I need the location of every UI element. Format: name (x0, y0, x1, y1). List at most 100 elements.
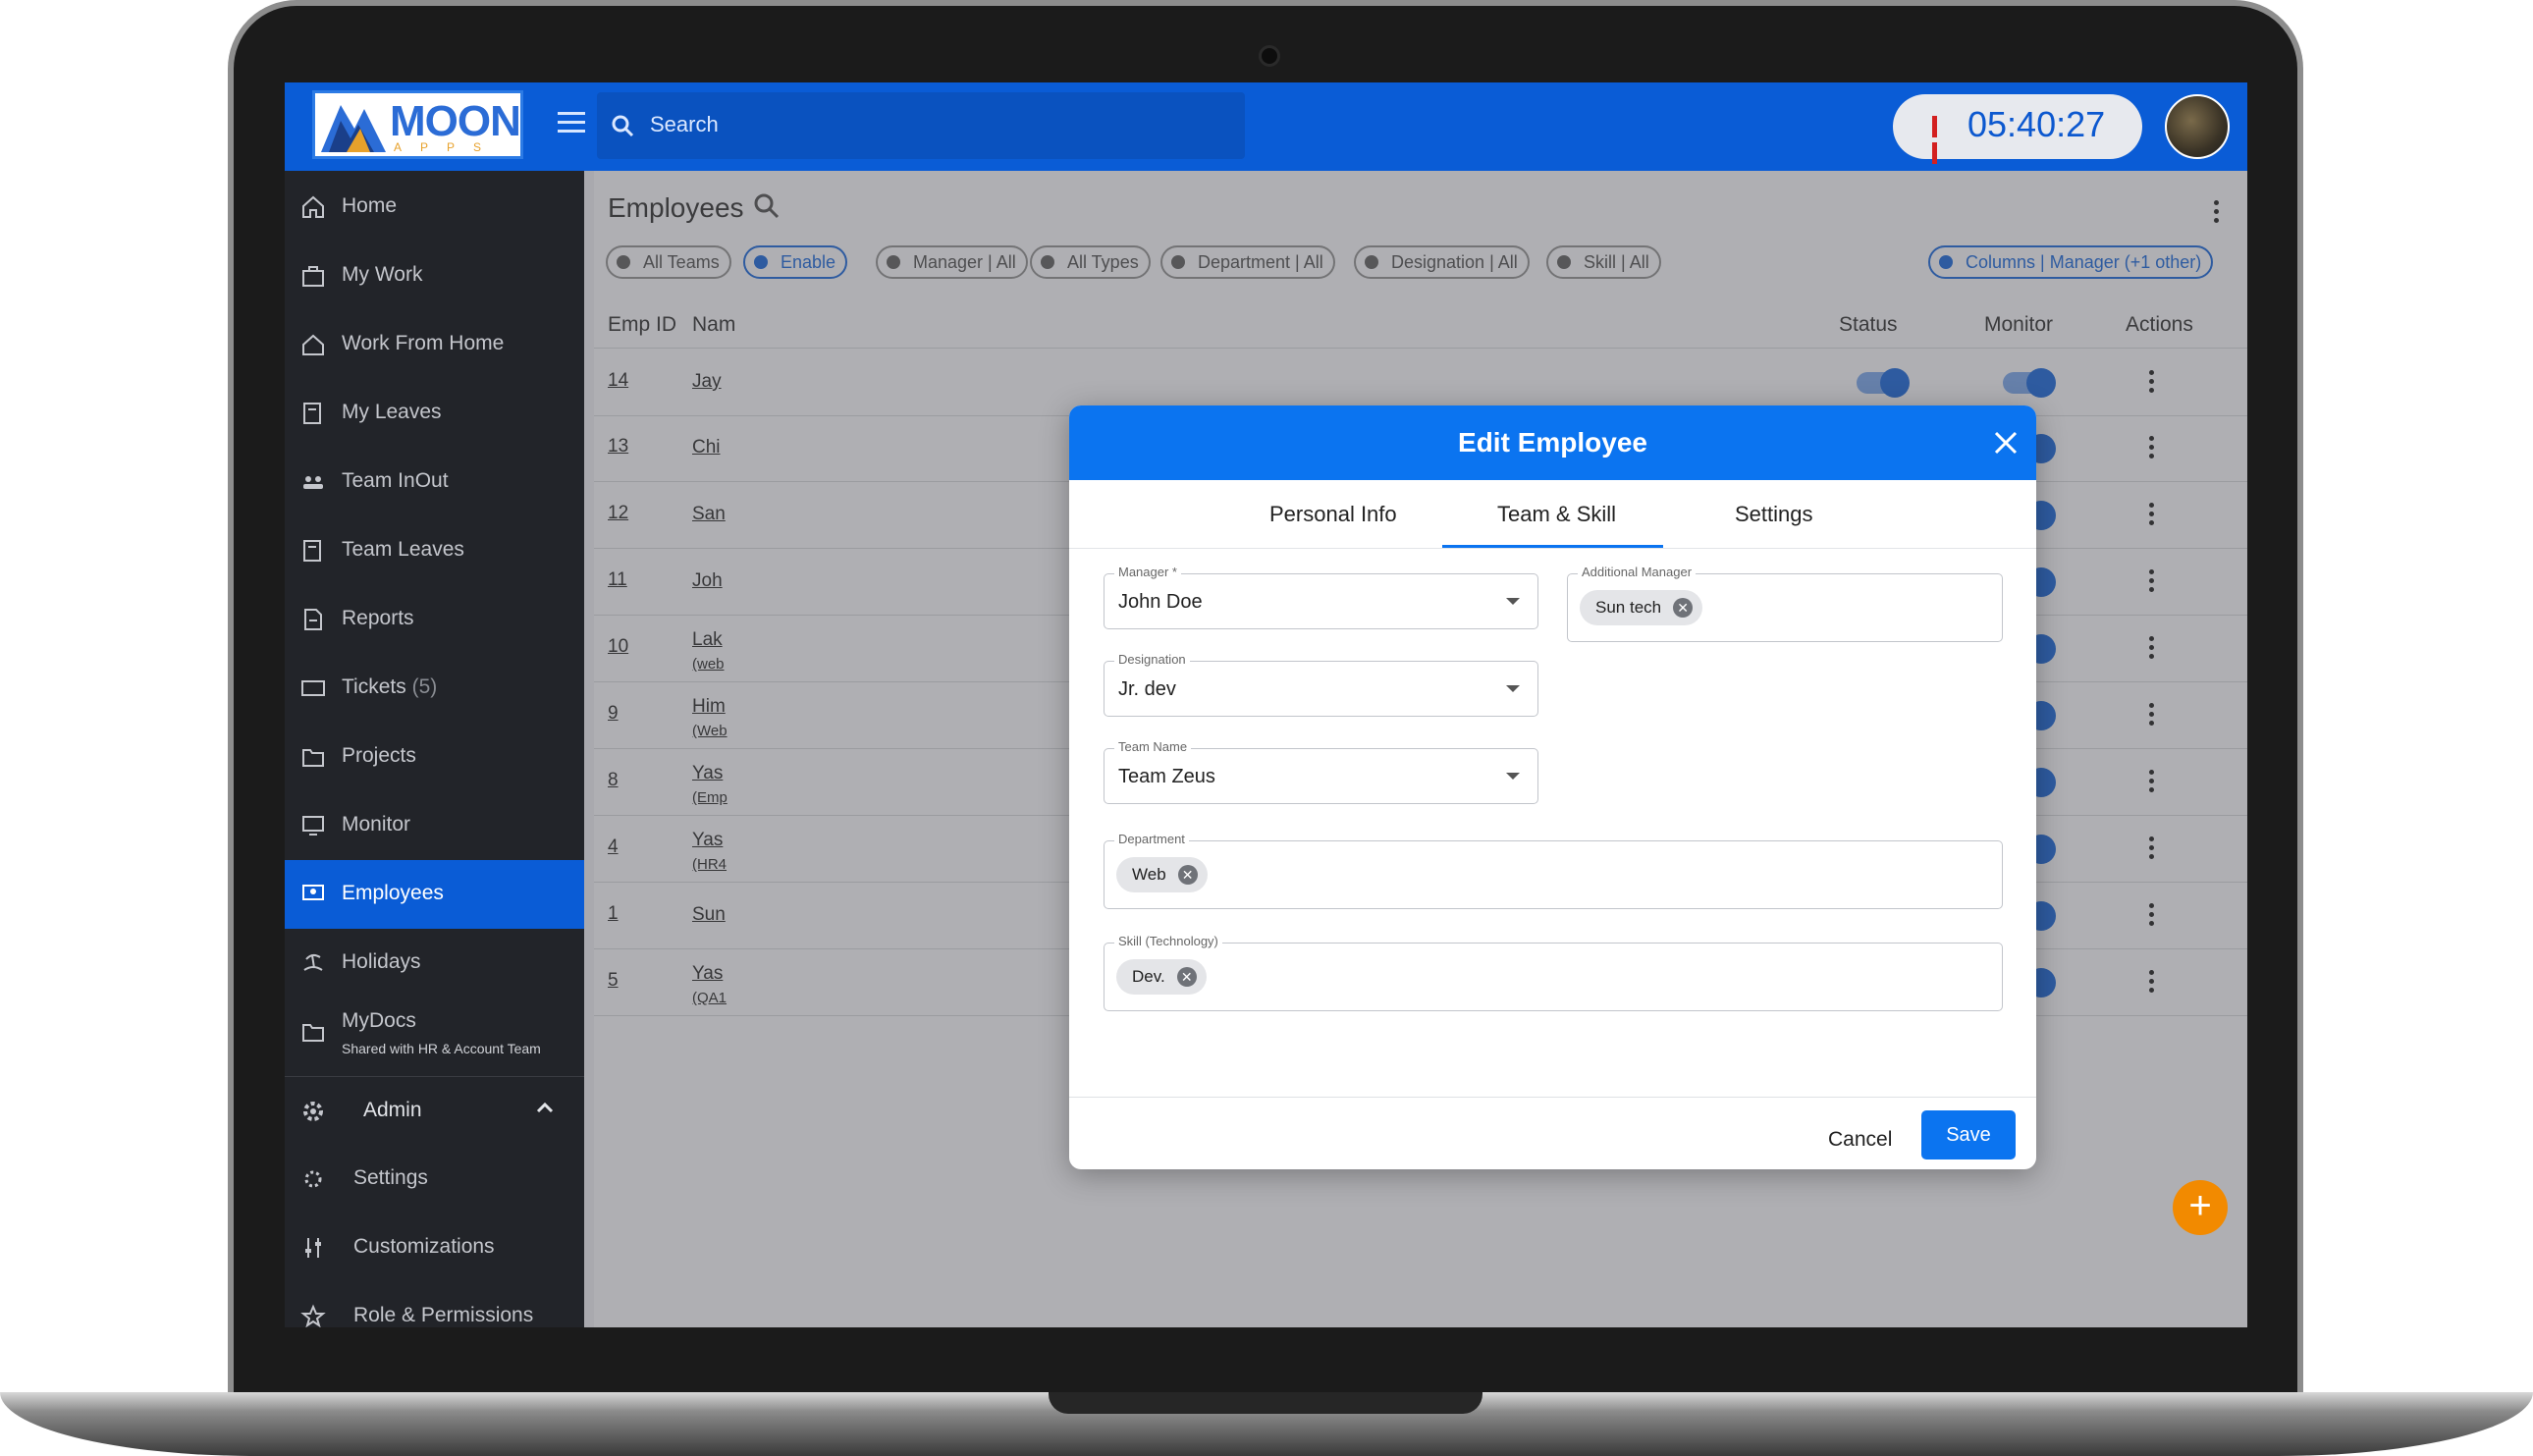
menu-icon[interactable] (558, 112, 585, 137)
tab-team-skill[interactable]: Team & Skill (1497, 502, 1616, 527)
monitor-icon (302, 816, 324, 836)
field-label: Skill (Technology) (1114, 934, 1222, 948)
sidebar-item-label: Employees (342, 882, 444, 904)
leave-icon (303, 403, 321, 424)
sidebar-item-label: Role & Permissions (353, 1304, 534, 1326)
team-name-select[interactable]: Team Name Team Zeus (1104, 739, 1538, 804)
folder-icon (302, 1024, 324, 1042)
timer-value: 05:40:27 (1967, 104, 2106, 144)
field-label: Department (1114, 832, 1189, 846)
sidebar-item-roles[interactable]: Role & Permissions (285, 1282, 584, 1327)
chevron-down-icon[interactable] (1506, 685, 1520, 692)
laptop-notch (1049, 1392, 1482, 1414)
cancel-button[interactable]: Cancel (1828, 1128, 1892, 1152)
laptop-bezel (238, 1327, 2295, 1392)
manager-select[interactable]: Manager * John Doe (1104, 565, 1538, 629)
tag-chip: Sun tech ✕ (1580, 590, 1703, 625)
sidebar-item-label: Customizations (353, 1235, 495, 1258)
sidebar-item-team-inout[interactable]: Team InOut (285, 448, 584, 516)
chevron-up-icon[interactable] (535, 1101, 555, 1114)
sidebar: Home My Work Work From Home My Leaves Te… (285, 171, 584, 1327)
sidebar-item-holidays[interactable]: Holidays (285, 929, 584, 998)
field-label: Additional Manager (1578, 565, 1697, 579)
sidebar-item-sublabel: Shared with HR & Account Team (342, 1041, 541, 1056)
save-button[interactable]: Save (1921, 1110, 2016, 1159)
sidebar-item-home[interactable]: Home (285, 173, 584, 242)
field-value: Team Zeus (1118, 766, 1215, 787)
tab-personal-info[interactable]: Personal Info (1269, 502, 1397, 527)
sidebar-item-monitor[interactable]: Monitor (285, 791, 584, 860)
designation-select[interactable]: Designation Jr. dev (1104, 652, 1538, 717)
close-icon[interactable] (1992, 429, 2020, 457)
briefcase-icon (302, 266, 324, 287)
sidebar-item-work-from-home[interactable]: Work From Home (285, 310, 584, 379)
field-label: Team Name (1114, 739, 1192, 754)
home-icon (302, 195, 324, 218)
remove-tag-icon[interactable]: ✕ (1177, 865, 1198, 885)
gear-icon (303, 1102, 323, 1121)
sidebar-section-admin[interactable]: Admin (285, 1076, 584, 1146)
sidebar-item-employees[interactable]: Employees (285, 860, 584, 929)
team-icon (303, 476, 323, 489)
logo-mark-icon (321, 105, 386, 152)
logo-text: MOON (390, 97, 521, 145)
app-logo[interactable]: MOON APPS (312, 90, 523, 159)
sidebar-item-label: Work From Home (342, 332, 505, 354)
sidebar-item-label: Monitor (342, 813, 411, 836)
dialog-footer-divider (1069, 1097, 2036, 1098)
search-input[interactable]: Search (650, 112, 719, 137)
sliders-icon (305, 1238, 321, 1258)
remove-tag-icon[interactable]: ✕ (1673, 598, 1694, 618)
sidebar-section-label: Admin (363, 1099, 422, 1121)
tab-settings[interactable]: Settings (1735, 502, 1813, 527)
dialog-header: Edit Employee (1069, 405, 2036, 480)
employees-icon (302, 885, 324, 900)
sidebar-item-label: Holidays (342, 950, 421, 973)
department-field[interactable]: Department Web ✕ (1104, 832, 2003, 909)
field-value: Jr. dev (1118, 678, 1176, 700)
sidebar-item-label: Settings (353, 1166, 428, 1189)
top-bar: MOON APPS Search 05:40:27 (285, 82, 2247, 171)
logo-subtext: APPS (394, 140, 501, 154)
skill-field[interactable]: Skill (Technology) Dev. ✕ (1104, 934, 2003, 1011)
sidebar-item-settings[interactable]: Settings (285, 1145, 584, 1213)
avatar[interactable] (2165, 94, 2230, 159)
sidebar-item-customizations[interactable]: Customizations (285, 1213, 584, 1282)
sidebar-item-label: Tickets (5) (342, 675, 438, 698)
sidebar-item-label: Reports (342, 607, 414, 629)
sidebar-item-label: My Leaves (342, 401, 442, 423)
sidebar-item-reports[interactable]: Reports (285, 585, 584, 654)
sidebar-item-mydocs[interactable]: MyDocs Shared with HR & Account Team (285, 992, 584, 1070)
app-screen: MOON APPS Search 05:40:27 Home My Work W… (285, 82, 2247, 1327)
sidebar-item-label: My Work (342, 263, 423, 286)
sidebar-item-projects[interactable]: Projects (285, 723, 584, 791)
chevron-down-icon[interactable] (1506, 773, 1520, 780)
tag-chip: Web ✕ (1116, 857, 1208, 892)
chevron-down-icon[interactable] (1506, 598, 1520, 605)
sidebar-item-my-work[interactable]: My Work (285, 242, 584, 310)
tag-chip: Dev. ✕ (1116, 959, 1207, 995)
search-icon (612, 115, 634, 137)
sidebar-item-tickets[interactable]: Tickets (5) (285, 654, 584, 723)
field-value: John Doe (1118, 591, 1203, 613)
leave-icon (303, 540, 321, 562)
field-label: Manager * (1114, 565, 1181, 579)
report-icon (304, 609, 322, 630)
beach-icon (303, 953, 323, 971)
add-employee-button[interactable]: + (2173, 1180, 2228, 1235)
ticket-icon (301, 680, 325, 696)
pause-icon[interactable] (1932, 116, 1950, 164)
sidebar-item-my-leaves[interactable]: My Leaves (285, 379, 584, 448)
dialog-title: Edit Employee (1458, 427, 1647, 458)
search-bar[interactable]: Search (597, 92, 1245, 159)
time-tracker[interactable]: 05:40:27 (1893, 94, 2142, 164)
remove-tag-icon[interactable]: ✕ (1176, 967, 1197, 987)
house-icon (302, 334, 324, 355)
additional-manager-field[interactable]: Additional Manager Sun tech ✕ (1567, 565, 2003, 642)
edit-employee-dialog: Edit Employee Personal Info Team & Skill… (1069, 405, 2036, 1169)
gear-icon (304, 1170, 322, 1188)
sidebar-item-team-leaves[interactable]: Team Leaves (285, 516, 584, 585)
field-label: Designation (1114, 652, 1190, 667)
sidebar-item-label: Home (342, 194, 398, 217)
sidebar-item-label: Team InOut (342, 469, 449, 492)
